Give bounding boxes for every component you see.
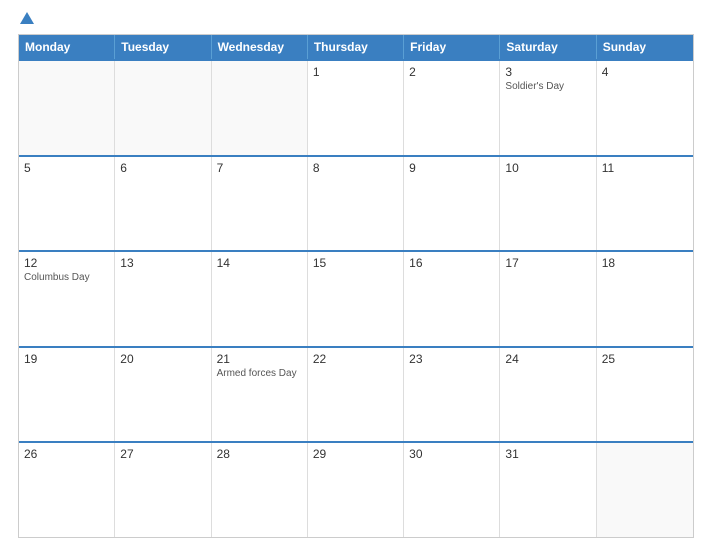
day-number: 24: [505, 352, 590, 366]
day-number: 20: [120, 352, 205, 366]
day-number: 11: [602, 161, 688, 175]
logo: [18, 12, 34, 26]
calendar-cell: 5: [19, 157, 115, 251]
calendar-cell: [19, 61, 115, 155]
calendar-week: 19 20 21 Armed forces Day 22 23 24 25: [19, 346, 693, 442]
calendar-cell: [597, 443, 693, 537]
weekday-header-cell: Saturday: [500, 35, 596, 59]
holiday-name: Soldier's Day: [505, 81, 590, 92]
day-number: 19: [24, 352, 109, 366]
day-number: 18: [602, 256, 688, 270]
calendar-week: 56789 10 11: [19, 155, 693, 251]
calendar-page: MondayTuesdayWednesdayThursdayFridaySatu…: [0, 0, 712, 550]
calendar-cell: 8: [308, 157, 404, 251]
calendar-cell: 21 Armed forces Day: [212, 348, 308, 442]
calendar-cell: 22: [308, 348, 404, 442]
calendar-cell: 7: [212, 157, 308, 251]
logo-triangle-icon: [20, 12, 34, 24]
calendar-cell: 9: [404, 157, 500, 251]
day-number: 16: [409, 256, 494, 270]
calendar-cell: 15: [308, 252, 404, 346]
day-number: 3: [505, 65, 590, 79]
day-number: 10: [505, 161, 590, 175]
calendar-cell: 17: [500, 252, 596, 346]
calendar-cell: [115, 61, 211, 155]
holiday-name: Columbus Day: [24, 272, 109, 283]
calendar-cell: 13: [115, 252, 211, 346]
calendar-grid: MondayTuesdayWednesdayThursdayFridaySatu…: [18, 34, 694, 538]
day-number: 9: [409, 161, 494, 175]
calendar-cell: 11: [597, 157, 693, 251]
calendar-cell: 10: [500, 157, 596, 251]
calendar-cell: 31: [500, 443, 596, 537]
calendar-cell: 26: [19, 443, 115, 537]
calendar-cell: 6: [115, 157, 211, 251]
day-number: 23: [409, 352, 494, 366]
day-number: 28: [217, 447, 302, 461]
day-number: 26: [24, 447, 109, 461]
calendar-week: 26 27 28 29 30 31: [19, 441, 693, 537]
day-number: 8: [313, 161, 398, 175]
day-number: 22: [313, 352, 398, 366]
weekday-header-row: MondayTuesdayWednesdayThursdayFridaySatu…: [19, 35, 693, 59]
weekday-header-cell: Wednesday: [212, 35, 308, 59]
day-number: 4: [602, 65, 688, 79]
day-number: 31: [505, 447, 590, 461]
day-number: 14: [217, 256, 302, 270]
day-number: 12: [24, 256, 109, 270]
calendar-cell: 2: [404, 61, 500, 155]
day-number: 25: [602, 352, 688, 366]
calendar-cell: 30: [404, 443, 500, 537]
calendar-cell: [212, 61, 308, 155]
calendar-cell: 4: [597, 61, 693, 155]
day-number: 5: [24, 161, 109, 175]
day-number: 17: [505, 256, 590, 270]
day-number: 29: [313, 447, 398, 461]
day-number: 15: [313, 256, 398, 270]
day-number: 30: [409, 447, 494, 461]
day-number: 1: [313, 65, 398, 79]
day-number: 21: [217, 352, 302, 366]
calendar-cell: 23: [404, 348, 500, 442]
calendar-week: 12 Columbus Day 13 14 15 16 17 18: [19, 250, 693, 346]
calendar-body: 123Soldier's Day456789101112Columbus Day…: [19, 59, 693, 537]
calendar-cell: 28: [212, 443, 308, 537]
weekday-header-cell: Friday: [404, 35, 500, 59]
calendar-cell: 12 Columbus Day: [19, 252, 115, 346]
calendar-cell: 3 Soldier's Day: [500, 61, 596, 155]
day-number: 2: [409, 65, 494, 79]
weekday-header-cell: Monday: [19, 35, 115, 59]
day-number: 27: [120, 447, 205, 461]
calendar-cell: 29: [308, 443, 404, 537]
calendar-cell: 1: [308, 61, 404, 155]
calendar-cell: 18: [597, 252, 693, 346]
calendar-week: 123 Soldier's Day 4: [19, 59, 693, 155]
day-number: 6: [120, 161, 205, 175]
weekday-header-cell: Sunday: [597, 35, 693, 59]
calendar-cell: 20: [115, 348, 211, 442]
calendar-cell: 14: [212, 252, 308, 346]
calendar-cell: 25: [597, 348, 693, 442]
calendar-cell: 19: [19, 348, 115, 442]
weekday-header-cell: Tuesday: [115, 35, 211, 59]
header: [18, 12, 694, 26]
holiday-name: Armed forces Day: [217, 368, 302, 379]
day-number: 7: [217, 161, 302, 175]
calendar-cell: 27: [115, 443, 211, 537]
calendar-cell: 16: [404, 252, 500, 346]
calendar-cell: 24: [500, 348, 596, 442]
weekday-header-cell: Thursday: [308, 35, 404, 59]
day-number: 13: [120, 256, 205, 270]
